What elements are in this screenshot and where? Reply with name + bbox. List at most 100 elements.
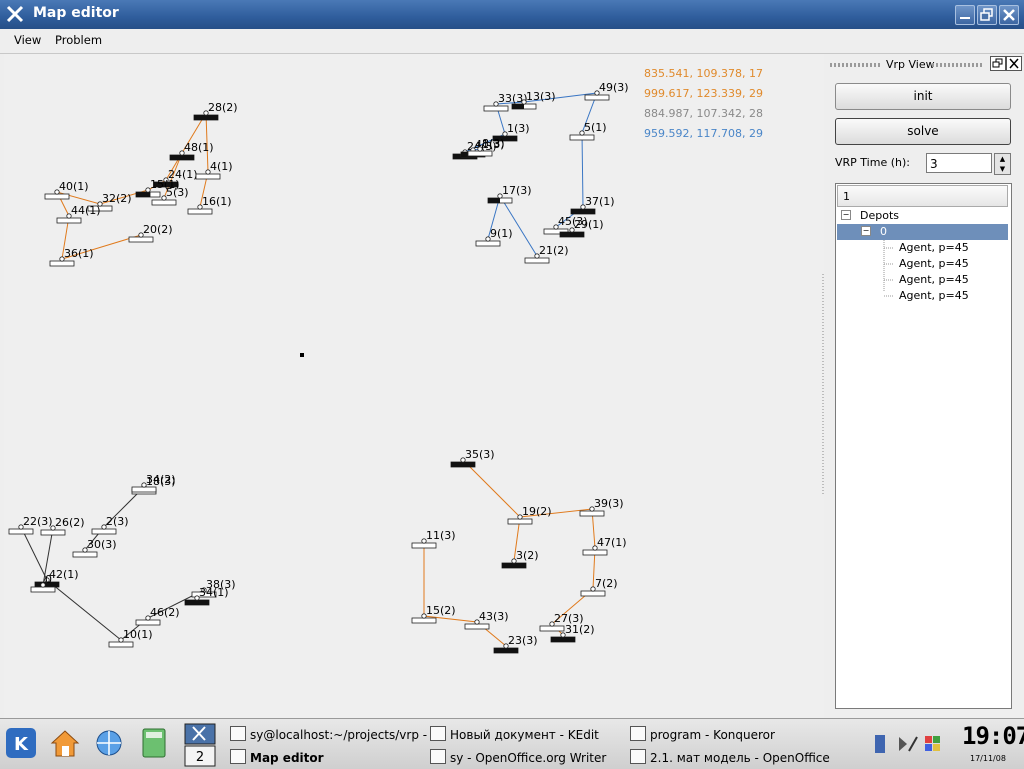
close-icon <box>1009 58 1019 69</box>
node-capacity-box <box>195 173 221 180</box>
node-capacity-box <box>579 510 605 517</box>
vrp-view-panel: Vrp View init solve VRP Time (h): 3 ▲ ▼ … <box>826 54 1022 718</box>
minimize-button[interactable] <box>955 5 975 25</box>
restore-icon <box>980 8 993 21</box>
node-capacity-fill <box>494 648 518 653</box>
window-title: Map editor <box>33 5 119 21</box>
tree-header[interactable]: 1 <box>837 185 1008 207</box>
node-capacity-box <box>483 105 509 112</box>
undock-button[interactable] <box>990 56 1006 71</box>
solve-button[interactable]: solve <box>835 118 1011 145</box>
node-capacity-box <box>464 623 490 630</box>
tray-network-icon[interactable] <box>875 735 885 753</box>
node-capacity-box <box>72 551 98 558</box>
node-label: 32(2) <box>102 192 132 205</box>
node-capacity-box <box>128 236 154 243</box>
konqueror-icon[interactable] <box>92 726 126 760</box>
dock-grip[interactable] <box>830 63 880 67</box>
spin-up-icon[interactable]: ▲ <box>995 154 1010 164</box>
menu-view[interactable]: View <box>14 33 41 47</box>
node-label: 28(2) <box>208 101 238 114</box>
init-button[interactable]: init <box>835 83 1011 110</box>
task-writer[interactable]: sy - OpenOffice.org Writer <box>430 749 606 765</box>
tray-app-icon[interactable] <box>925 736 932 743</box>
maximize-button[interactable] <box>977 5 997 25</box>
task-konqueror[interactable]: program - Konqueror <box>630 726 775 742</box>
tree-item-agent[interactable]: Agent, p=45 <box>899 256 969 272</box>
node-capacity-fill <box>502 563 526 568</box>
coordinate-readouts: 835.541, 109.378, 17 999.617, 123.339, 2… <box>644 64 763 144</box>
panel-close-button[interactable] <box>1006 56 1022 71</box>
node-capacity-box <box>580 590 606 597</box>
task-map-editor[interactable]: Map editor <box>230 749 324 765</box>
task-openoffice[interactable]: 2.1. мат модель - OpenOffice <box>630 749 830 765</box>
node-label: 34(2) <box>146 473 176 486</box>
dock-grip[interactable] <box>932 63 984 67</box>
node-label: 49(3) <box>599 81 629 94</box>
tree-item-agent[interactable]: Agent, p=45 <box>899 288 969 304</box>
node-capacity-box <box>411 542 437 549</box>
kde-menu-icon[interactable]: K <box>4 726 38 760</box>
spin-down-icon[interactable]: ▼ <box>995 164 1010 174</box>
map-canvas[interactable]: 28(2) 48(1) 24(1) 4(1) 15(1) 5(3) 16(1) 40(1) 32… <box>4 54 824 718</box>
node-capacity-fill <box>136 192 151 197</box>
node-label: 39(3) <box>594 497 624 510</box>
calculator-icon[interactable] <box>137 726 171 760</box>
node-label: 11(3) <box>426 529 456 542</box>
tray-volume-icon[interactable] <box>899 737 907 751</box>
tree-item-agent[interactable]: Agent, p=45 <box>899 272 969 288</box>
vrp-time-label: VRP Time (h): <box>835 156 910 169</box>
node-label: 36(1) <box>64 247 94 260</box>
home-icon[interactable] <box>48 726 82 760</box>
node-capacity-box <box>91 528 117 535</box>
tray-mute-icon[interactable] <box>908 736 918 752</box>
node-capacity-fill <box>512 104 524 109</box>
node-label: 17(3) <box>502 184 532 197</box>
collapse-icon[interactable]: − <box>861 226 871 236</box>
map-svg[interactable]: 28(2)48(1)24(1)4(1)15(1)5(3)16(1)40(1)32… <box>4 54 824 718</box>
node-label: 30(3) <box>87 538 117 551</box>
coord-readout: 999.617, 123.339, 29 <box>644 87 763 100</box>
node-label: 2(3) <box>106 515 129 528</box>
vrp-time-spinbox[interactable]: 3 <box>926 153 992 173</box>
node-label: 10(1) <box>123 628 153 641</box>
node-capacity-box <box>467 150 493 157</box>
title-bar[interactable]: Map editor <box>0 0 1024 29</box>
float-icon <box>992 58 1003 68</box>
node-capacity-box <box>108 641 134 648</box>
date: 17/11/08 <box>970 754 1006 763</box>
node-label: 31(2) <box>565 623 595 636</box>
minimize-icon <box>960 17 970 19</box>
node-capacity-fill <box>194 115 218 120</box>
tree-item-depots[interactable]: Depots <box>860 208 899 224</box>
taskbar: K 2 sy@localhost:~/projects/vrp - Новый … <box>0 718 1024 769</box>
node-capacity-box <box>539 625 565 632</box>
node-capacity-box <box>584 94 610 101</box>
node-capacity-box <box>40 529 66 536</box>
node-label: 20(2) <box>143 223 173 236</box>
task-kedit[interactable]: Новый документ - KEdit <box>430 726 599 742</box>
svg-text:K: K <box>14 734 29 755</box>
node-label: 15(2) <box>426 604 456 617</box>
close-button[interactable] <box>999 5 1019 25</box>
spin-arrows[interactable]: ▲ ▼ <box>994 153 1011 175</box>
desktop-pager[interactable]: 2 <box>184 723 216 767</box>
node-label: 26(2) <box>55 516 85 529</box>
close-icon <box>1003 9 1015 21</box>
folder-icon <box>630 726 646 741</box>
node-capacity-box <box>30 586 56 593</box>
tree-item-agent[interactable]: Agent, p=45 <box>899 240 969 256</box>
menu-bar: View Problem <box>0 29 1024 54</box>
node-label: 40(1) <box>59 180 89 193</box>
task-terminal[interactable]: sy@localhost:~/projects/vrp - <box>230 726 427 742</box>
node-label: 21(2) <box>539 244 569 257</box>
node-label: 47(1) <box>597 536 627 549</box>
node-label: 34(1) <box>199 586 229 599</box>
clock[interactable]: 19:07 <box>962 722 1024 750</box>
collapse-icon[interactable]: − <box>841 210 851 220</box>
node-label: 5(1) <box>584 121 607 134</box>
menu-problem[interactable]: Problem <box>55 33 102 47</box>
node-capacity-box <box>135 619 161 626</box>
depot-tree[interactable]: 1 − Depots − 0 Agent, p=45 Agent, p=45 A… <box>835 183 1012 709</box>
node-label: 46(2) <box>150 606 180 619</box>
